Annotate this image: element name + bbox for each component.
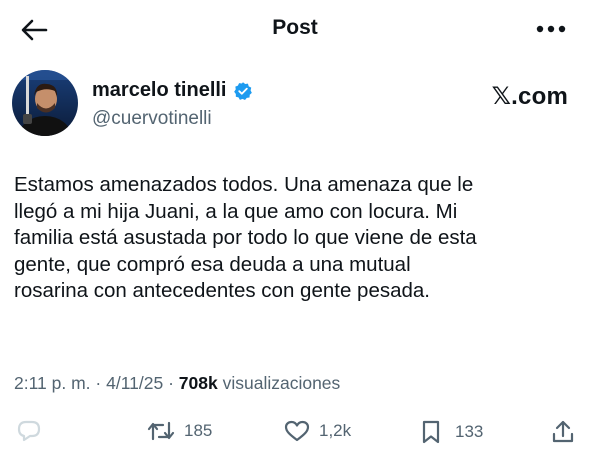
- more-horizontal-icon: [536, 25, 566, 33]
- repost-count: 185: [184, 421, 213, 440]
- share-icon: [552, 420, 574, 443]
- repost-icon: [147, 421, 175, 441]
- action-bar: 185 1,2k 133: [0, 415, 590, 455]
- verified-badge-icon: [233, 81, 252, 100]
- like-button[interactable]: 1,2k: [283, 419, 351, 443]
- avatar[interactable]: [12, 70, 78, 136]
- page-title: Post: [272, 16, 318, 39]
- reply-icon: [17, 420, 41, 442]
- name-row: marcelo tinelli: [92, 79, 253, 102]
- heart-icon: [284, 420, 310, 442]
- bookmark-icon: [422, 420, 440, 444]
- post-time[interactable]: 2:11 p. m.: [14, 373, 91, 393]
- share-button[interactable]: [551, 419, 575, 445]
- views-count[interactable]: 708k: [179, 373, 218, 393]
- post-author: marcelo tinelli @cuervotinelli 𝕏.com: [12, 70, 572, 140]
- post-text: Estamos amenazados todos. Una amenaza qu…: [14, 173, 477, 302]
- reply-button[interactable]: [16, 419, 42, 443]
- repost-button[interactable]: 185: [146, 419, 212, 443]
- like-count: 1,2k: [319, 421, 352, 440]
- meta-separator: ·: [95, 373, 102, 393]
- meta-separator: ·: [168, 373, 174, 393]
- views-label: visualizaciones: [222, 373, 341, 393]
- bookmark-count: 133: [455, 422, 484, 441]
- avatar-image: [12, 70, 78, 136]
- post-date[interactable]: 4/11/25: [106, 373, 163, 393]
- x-brand-logo: 𝕏.com: [491, 83, 568, 110]
- display-name[interactable]: marcelo tinelli: [92, 79, 227, 102]
- more-options-button[interactable]: [534, 14, 568, 44]
- handle[interactable]: @cuervotinelli: [92, 108, 212, 130]
- top-bar: Post: [0, 0, 590, 58]
- bookmark-button[interactable]: 133: [419, 419, 483, 445]
- post-meta: 2:11 p. m. · 4/11/25 · 708k visualizacio…: [14, 373, 340, 394]
